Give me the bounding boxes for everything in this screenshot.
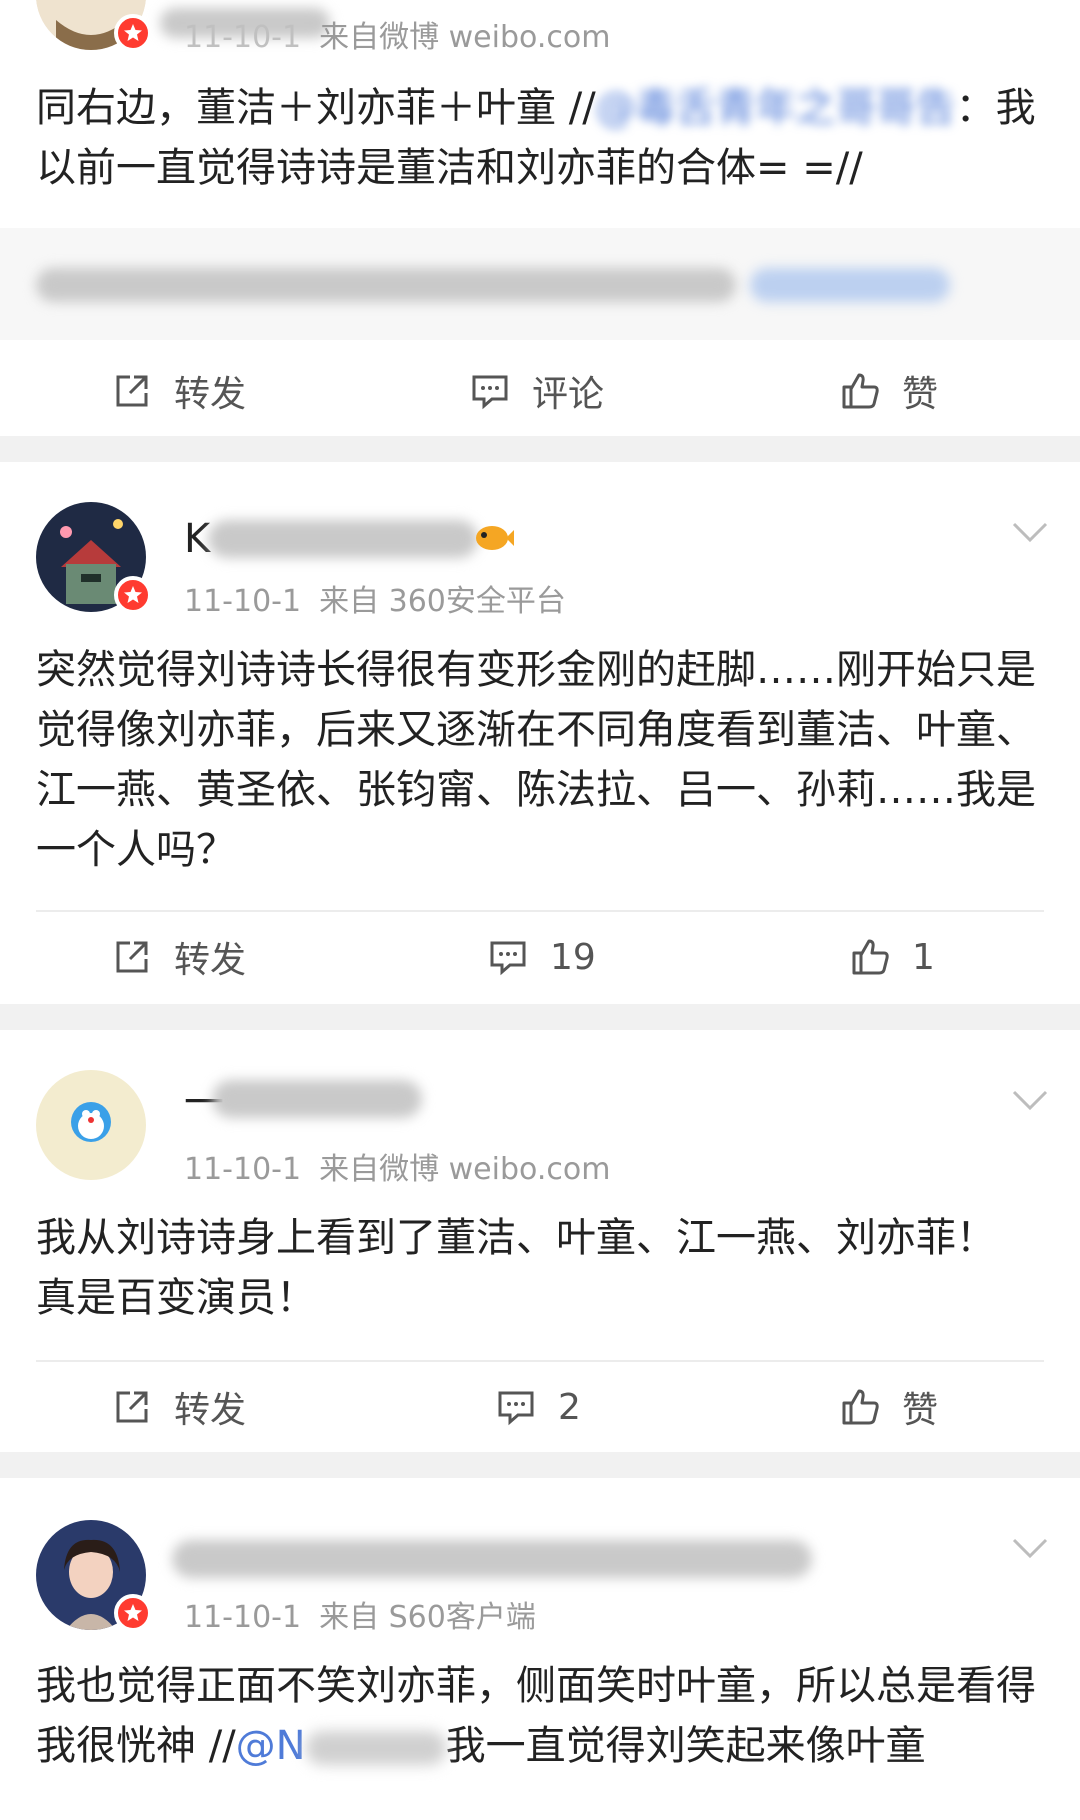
post-source: 来自微博 weibo.com (319, 1152, 611, 1187)
username-blurred (172, 1540, 812, 1578)
post-text: 我也觉得正面不笑刘亦菲，侧面笑时叶童，所以总是看得我很恍神 //@N 我一直觉得刘… (36, 1663, 1036, 1769)
like-count: 1 (912, 936, 935, 978)
mention-link[interactable]: @N (236, 1723, 306, 1769)
repost-icon (116, 1391, 148, 1423)
chevron-down-icon[interactable] (1010, 1088, 1050, 1112)
avatar[interactable] (36, 502, 152, 614)
like-button[interactable]: 1 (850, 912, 935, 1002)
verified-badge-icon (114, 14, 152, 52)
post-text: 同右边，董洁＋刘亦菲＋叶童 //@毒舌青年之哥哥告：我以前一直觉得诗诗是董洁和刘… (36, 85, 1036, 191)
comment-count: 19 (550, 936, 596, 978)
chevron-down-icon[interactable] (1010, 520, 1050, 544)
post-source: 来自 S60客户端 (319, 1600, 536, 1635)
username[interactable]: K (184, 516, 210, 562)
repost-button[interactable]: 转发 (112, 346, 246, 436)
post-date: 11-10-1 (184, 584, 302, 619)
post-source: 来自 360安全平台 (319, 584, 566, 619)
comment-icon (498, 1391, 534, 1426)
post-source: 来自微博 weibo.com (319, 20, 611, 55)
quoted-original-blurred[interactable] (0, 228, 1080, 340)
avatar[interactable] (36, 0, 152, 52)
chevron-down-icon[interactable] (1010, 1536, 1050, 1560)
post-meta: 11-10-1 来自 360安全平台 (184, 576, 566, 620)
username-blurred (208, 520, 478, 558)
post-date: 11-10-1 (184, 1152, 302, 1187)
post-card-0: 11-10-1 来自微博 weibo.com 同右边，董洁＋刘亦菲＋叶童 //@毒… (0, 0, 1080, 436)
username-blurred (212, 1080, 422, 1118)
post-card-2: 一 11-10-1 来自微博 weibo.com 我从刘诗诗身上看到了董洁、叶童、… (0, 1030, 1080, 1452)
post-meta: 11-10-1 来自微博 weibo.com (184, 1144, 610, 1188)
like-icon (842, 373, 879, 409)
post-card-3: 11-10-1 来自 S60客户端 我也觉得正面不笑刘亦菲，侧面笑时叶童，所以总是… (0, 1478, 1080, 1820)
comment-count: 2 (558, 1386, 581, 1428)
post-meta: 11-10-1 来自 S60客户端 (184, 1592, 536, 1636)
comment-button[interactable]: 2 (496, 1362, 581, 1452)
mention-blurred (305, 1731, 446, 1765)
post-actions: 转发 评论 赞 (0, 346, 1080, 436)
repost-icon (116, 941, 148, 973)
mention-link[interactable]: @毒舌青年之哥哥告 (596, 85, 956, 131)
post-actions: 转发 2 赞 (0, 1362, 1080, 1452)
comment-icon (472, 375, 508, 410)
avatar[interactable] (36, 1070, 146, 1180)
comment-button[interactable]: 评论 (470, 346, 604, 436)
like-button[interactable]: 赞 (840, 1362, 938, 1452)
comment-button[interactable]: 19 (488, 912, 596, 1002)
comment-icon (490, 941, 526, 976)
fish-emoji-icon (476, 526, 514, 550)
post-meta: 11-10-1 来自微博 weibo.com (184, 12, 610, 56)
repost-button[interactable]: 转发 (112, 912, 246, 1002)
post-card-1: K 11-10-1 来自 360安全平台 突然觉得刘诗诗长得很有变形金刚的赶脚……… (0, 462, 1080, 1004)
like-icon (852, 939, 889, 975)
like-button[interactable]: 赞 (840, 346, 938, 436)
repost-button[interactable]: 转发 (112, 1362, 246, 1452)
post-actions: 转发 19 1 (0, 912, 1080, 1002)
verified-badge-icon (114, 1594, 152, 1632)
post-text: 我从刘诗诗身上看到了董洁、叶童、江一燕、刘亦菲！真是百变演员！ (36, 1215, 996, 1321)
post-date: 11-10-1 (184, 1600, 302, 1635)
post-text: 突然觉得刘诗诗长得很有变形金刚的赶脚……刚开始只是觉得像刘亦菲，后来又逐渐在不同… (36, 647, 1036, 873)
avatar[interactable] (36, 1520, 152, 1632)
like-icon (842, 1389, 879, 1425)
verified-badge-icon (114, 576, 152, 614)
post-date: 11-10-1 (184, 20, 302, 55)
repost-icon (116, 375, 148, 407)
